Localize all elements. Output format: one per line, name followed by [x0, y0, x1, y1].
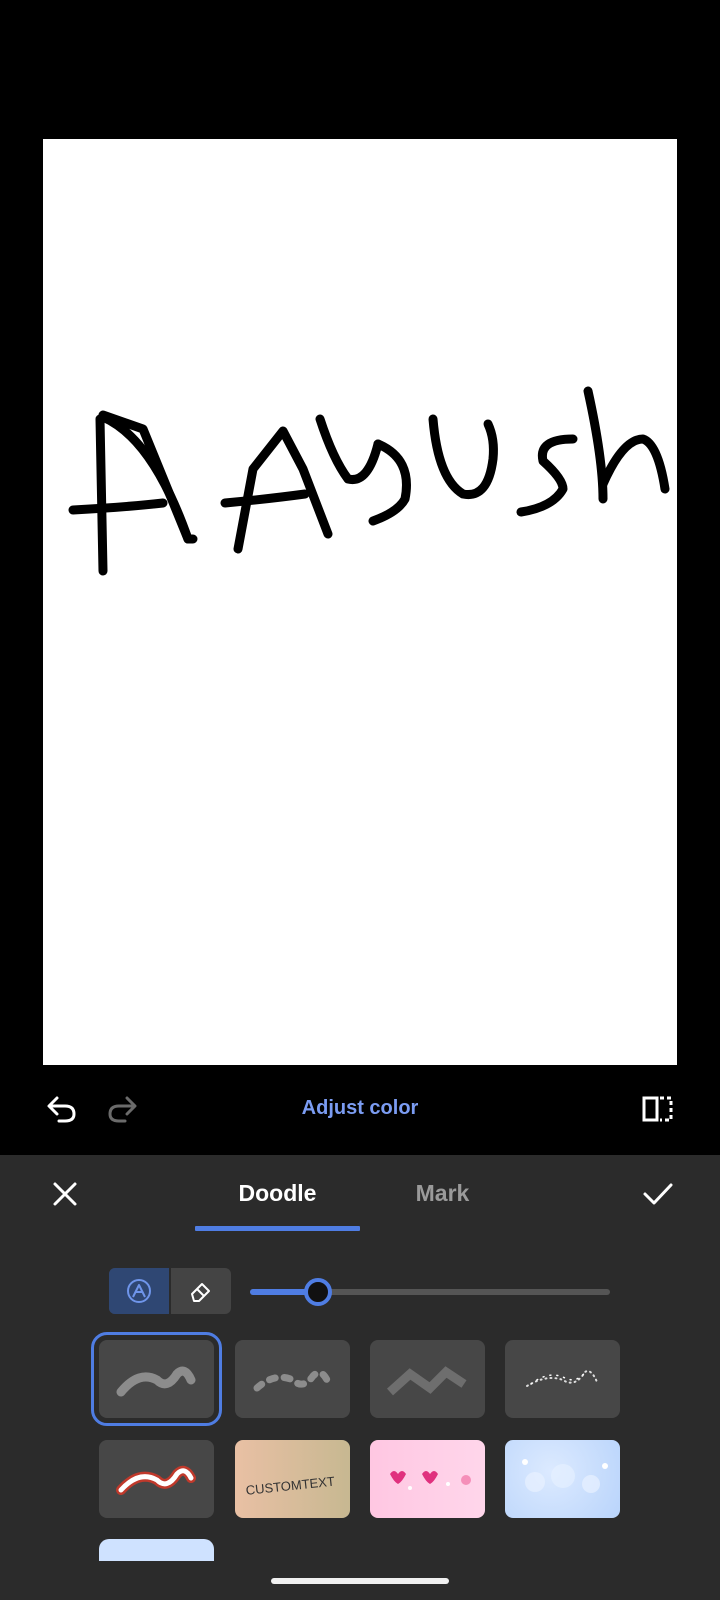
tool-toggle [109, 1268, 231, 1314]
stroke-a1-top [98, 410, 193, 544]
slider-thumb[interactable] [304, 1278, 332, 1306]
adjust-color-button[interactable]: Adjust color [260, 1097, 460, 1120]
stroke-a1-bar [68, 498, 168, 515]
brush-bubbles[interactable] [505, 1440, 620, 1518]
brush-sparkle[interactable] [505, 1340, 620, 1418]
active-tab-indicator [195, 1226, 360, 1231]
tab-doodle[interactable]: Doodle [195, 1180, 360, 1207]
doodle-strokes [68, 386, 670, 576]
brush-solid[interactable] [91, 1332, 222, 1426]
brush-dashed[interactable] [235, 1340, 350, 1418]
eraser-tool-button[interactable] [171, 1268, 231, 1314]
home-indicator [271, 1578, 449, 1584]
stroke-a2-bar [220, 489, 310, 508]
custom-text-label: CUSTOMTEXT [245, 1474, 335, 1498]
brush-hearts[interactable] [370, 1440, 485, 1518]
brush-marker[interactable] [370, 1340, 485, 1418]
check-icon[interactable] [634, 1170, 682, 1218]
brush-neon-red[interactable] [99, 1440, 214, 1518]
compare-icon[interactable] [634, 1085, 682, 1133]
brush-custom-text[interactable]: CUSTOMTEXT [235, 1440, 350, 1518]
brush-icon [127, 1279, 151, 1303]
stroke-a2 [233, 426, 333, 554]
stroke-u [428, 414, 498, 500]
brush-size-slider[interactable] [250, 1278, 610, 1306]
doodle-canvas[interactable] [43, 139, 677, 1065]
redo-icon[interactable] [98, 1085, 146, 1133]
stroke-h-right [598, 434, 670, 494]
stroke-y-top [315, 414, 383, 485]
eraser-icon [191, 1283, 210, 1302]
tab-mark[interactable]: Mark [360, 1180, 525, 1207]
stroke-a1-left [95, 414, 108, 576]
stroke-s [516, 434, 578, 517]
close-icon[interactable] [41, 1170, 89, 1218]
undo-icon[interactable] [38, 1085, 86, 1133]
brush-partial[interactable] [99, 1539, 214, 1561]
brush-tool-button[interactable] [109, 1268, 169, 1314]
